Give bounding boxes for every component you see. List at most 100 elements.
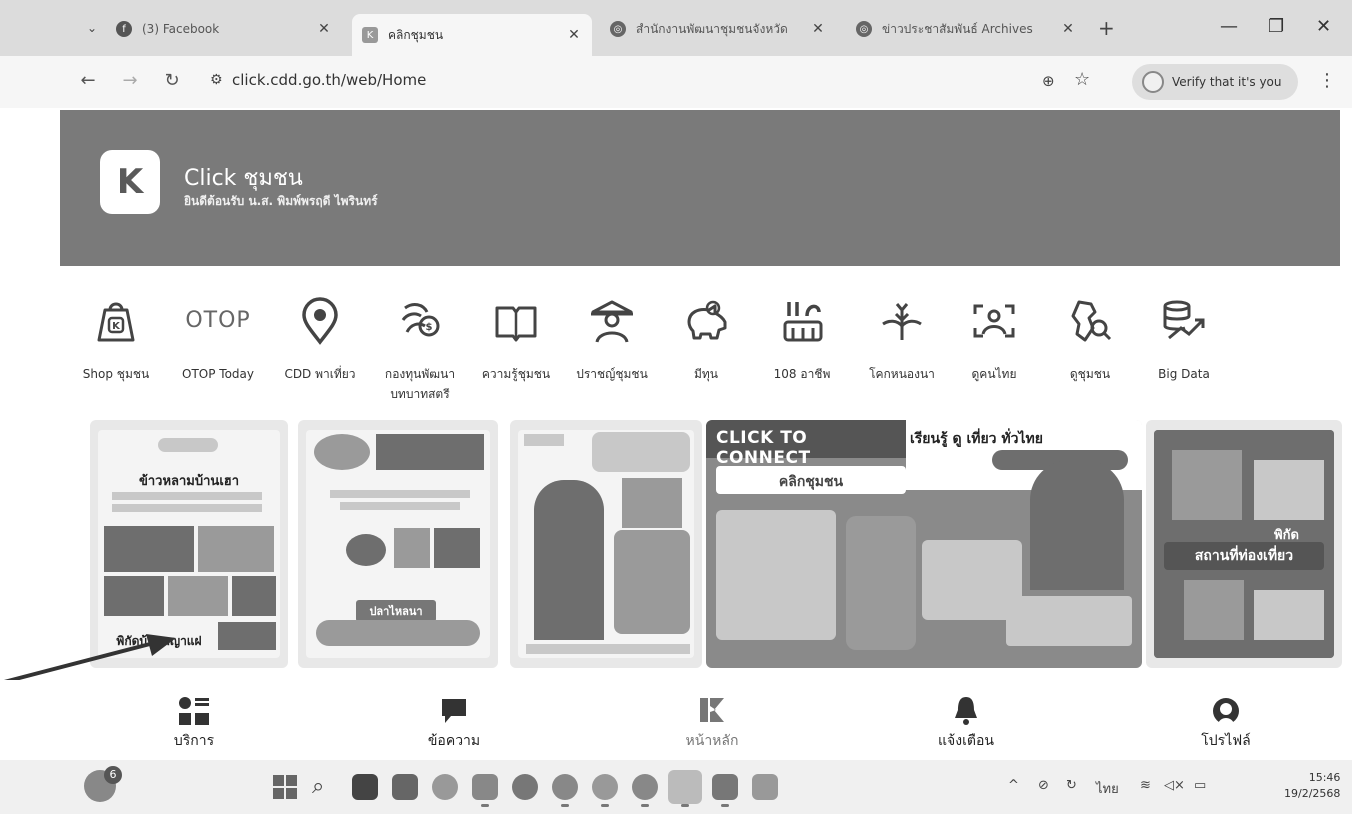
nav-services[interactable]: บริการ bbox=[134, 692, 254, 752]
service-shop[interactable]: K Shop ชุมชน bbox=[66, 296, 166, 384]
service-community-sage[interactable]: ปราชญ์ชุมชน bbox=[562, 296, 662, 384]
sync-icon[interactable]: ↻ bbox=[1066, 778, 1077, 793]
task-view-icon[interactable] bbox=[352, 774, 378, 800]
forward-arrow-icon[interactable]: → bbox=[118, 70, 142, 91]
nav-profile[interactable]: โปรไฟล์ bbox=[1166, 692, 1286, 752]
cloud-off-icon[interactable]: ⊘ bbox=[1038, 778, 1049, 793]
line-app-icon[interactable] bbox=[668, 770, 702, 804]
promo-card[interactable]: CLICK TO CONNECT เรียนรู้ ดู เที่ยว ทั่ว… bbox=[706, 420, 1142, 668]
file-explorer-icon[interactable] bbox=[472, 774, 498, 800]
chevron-up-icon[interactable]: ^ bbox=[1008, 778, 1019, 793]
os-taskbar: 6 ⌕ ^ ⊘ ↻ ไทย ≋ ◁× ▭ 15:46 19/2/2568 bbox=[0, 760, 1352, 814]
nav-messages[interactable]: ข้อความ bbox=[394, 692, 514, 752]
card-caption: ปลาไหลนา bbox=[356, 600, 436, 622]
facebook-icon: f bbox=[116, 21, 132, 37]
shopping-bag-icon: K bbox=[97, 302, 135, 342]
address-bar[interactable]: click.cdd.go.th/web/Home bbox=[232, 71, 426, 89]
nav-notifications[interactable]: แจ้งเตือน bbox=[906, 692, 1026, 752]
word-icon[interactable] bbox=[712, 774, 738, 800]
minimize-icon[interactable]: — bbox=[1220, 16, 1238, 37]
chrome-profile-icon[interactable] bbox=[552, 774, 578, 800]
service-community-view[interactable]: ดูชุมชน bbox=[1040, 296, 1140, 384]
zoom-icon[interactable]: ⊕ bbox=[1042, 72, 1055, 90]
svg-text:K: K bbox=[112, 321, 121, 332]
browser-toolbar: ← → ↻ ⚙ click.cdd.go.th/web/Home ⊕ ☆ Ver… bbox=[0, 56, 1352, 108]
snipping-tool-icon[interactable] bbox=[752, 774, 778, 800]
promo-card[interactable]: พิกัด สถานที่ท่องเที่ยว bbox=[1146, 420, 1342, 668]
clock-time: 15:46 bbox=[1308, 771, 1341, 784]
close-icon[interactable]: ✕ bbox=[1060, 21, 1076, 37]
back-arrow-icon[interactable]: ← bbox=[76, 70, 100, 91]
card-pill: คลิกชุมชน bbox=[716, 466, 906, 494]
service-women-fund[interactable]: $ กองทุนพัฒนาบทบาทสตรี bbox=[370, 296, 470, 404]
open-book-icon bbox=[495, 306, 537, 342]
more-menu-icon[interactable]: ⋮ bbox=[1318, 70, 1336, 91]
service-community-knowledge[interactable]: ความรู้ชุมชน bbox=[466, 296, 566, 384]
window-close-icon[interactable]: ✕ bbox=[1316, 16, 1331, 37]
service-label: ดูชุมชน bbox=[1069, 367, 1111, 381]
tab-search-chevron-icon[interactable]: ⌄ bbox=[84, 20, 100, 36]
browser-tab-strip: ⌄ f (3) Facebook ✕ K คลิกชุมชน ✕ ◎ สำนัก… bbox=[0, 0, 1352, 56]
service-label: กองทุนพัฒนาบทบาทสตรี bbox=[384, 367, 456, 401]
service-label: Shop ชุมชน bbox=[82, 367, 150, 381]
close-icon[interactable]: ✕ bbox=[810, 21, 826, 37]
welcome-text: ยินดีต้อนรับ น.ส. พิมพ์พรฤดี ไพรินทร์ bbox=[184, 194, 378, 208]
service-funding[interactable]: มีทุน bbox=[656, 296, 756, 384]
tab-title: ข่าวประชาสัมพันธ์ Archives bbox=[882, 21, 1033, 36]
tab-title: (3) Facebook bbox=[142, 22, 220, 36]
service-thai-people[interactable]: ดูคนไทย bbox=[944, 296, 1044, 384]
tab-click-chumchon[interactable]: K คลิกชุมชน ✕ bbox=[352, 14, 592, 56]
globe-icon: ◎ bbox=[610, 21, 626, 37]
card-heading: CLICK TO CONNECT bbox=[706, 420, 906, 468]
service-cdd-travel[interactable]: CDD พาเที่ยว bbox=[270, 296, 370, 384]
restore-icon[interactable]: ❐ bbox=[1268, 16, 1284, 37]
reload-icon[interactable]: ↻ bbox=[160, 70, 184, 91]
service-label: มีทุน bbox=[693, 367, 719, 381]
copilot-icon[interactable] bbox=[432, 774, 458, 800]
close-icon[interactable]: ✕ bbox=[316, 21, 332, 37]
volume-muted-icon[interactable]: ◁× bbox=[1164, 778, 1185, 793]
tab-cdd-office[interactable]: ◎ สำนักงานพัฒนาชุมชนจังหวัด ✕ bbox=[600, 12, 836, 46]
service-otop-today[interactable]: OTOP OTOP Today bbox=[168, 296, 268, 384]
person-scan-icon bbox=[973, 304, 1015, 338]
service-label: 108 อาชีพ bbox=[773, 367, 831, 381]
edge-browser-icon[interactable] bbox=[512, 774, 538, 800]
women-fund-icon: $ bbox=[401, 303, 440, 337]
store-icon[interactable] bbox=[392, 774, 418, 800]
nav-label: โปรไฟล์ bbox=[1201, 733, 1251, 749]
piggy-bank-icon bbox=[687, 300, 727, 340]
nav-home[interactable]: หน้าหลัก bbox=[652, 692, 772, 752]
card-caption: ข้าวหลามบ้านเฮา bbox=[138, 474, 239, 489]
nav-label: บริการ bbox=[173, 733, 215, 749]
site-info-icon[interactable]: ⚙ bbox=[210, 72, 223, 88]
clock-date: 19/2/2568 bbox=[1284, 787, 1341, 800]
promo-card[interactable]: ปลาไหลนา bbox=[298, 420, 498, 668]
language-indicator[interactable]: ไทย bbox=[1096, 778, 1119, 799]
service-big-data[interactable]: Big Data bbox=[1134, 296, 1234, 384]
battery-icon[interactable]: ▭ bbox=[1194, 778, 1206, 793]
tab-news-archives[interactable]: ◎ ข่าวประชาสัมพันธ์ Archives ✕ bbox=[846, 12, 1086, 46]
tab-title: คลิกชุมชน bbox=[388, 27, 444, 42]
service-108-careers[interactable]: 108 อาชีพ bbox=[752, 296, 852, 384]
new-tab-plus-icon[interactable]: + bbox=[1098, 16, 1115, 40]
nav-label: หน้าหลัก bbox=[685, 733, 739, 749]
windows-start-icon[interactable] bbox=[272, 774, 298, 800]
chrome-icon[interactable] bbox=[592, 774, 618, 800]
map-search-icon bbox=[1071, 300, 1112, 342]
tab-facebook[interactable]: f (3) Facebook ✕ bbox=[106, 12, 342, 46]
close-icon[interactable]: ✕ bbox=[566, 27, 582, 43]
click-logo[interactable]: K bbox=[100, 150, 160, 214]
search-icon[interactable]: ⌕ bbox=[312, 774, 338, 800]
avatar-icon bbox=[1142, 71, 1164, 93]
wifi-icon[interactable]: ≋ bbox=[1140, 778, 1151, 793]
home-logo-icon bbox=[700, 698, 724, 722]
promo-image: พิกัด สถานที่ท่องเที่ยว bbox=[1154, 430, 1334, 658]
promo-card[interactable] bbox=[510, 420, 702, 668]
service-label: Big Data bbox=[1158, 367, 1210, 381]
bookmark-star-icon[interactable]: ☆ bbox=[1074, 69, 1090, 90]
brand-title: Click ชุมชน bbox=[184, 166, 303, 191]
service-khok-nong-na[interactable]: โคกหนองนา bbox=[852, 296, 952, 384]
chrome-icon[interactable] bbox=[632, 774, 658, 800]
system-clock[interactable]: 15:46 19/2/2568 bbox=[1284, 770, 1340, 802]
verify-identity-button[interactable]: Verify that it's you bbox=[1132, 64, 1298, 100]
